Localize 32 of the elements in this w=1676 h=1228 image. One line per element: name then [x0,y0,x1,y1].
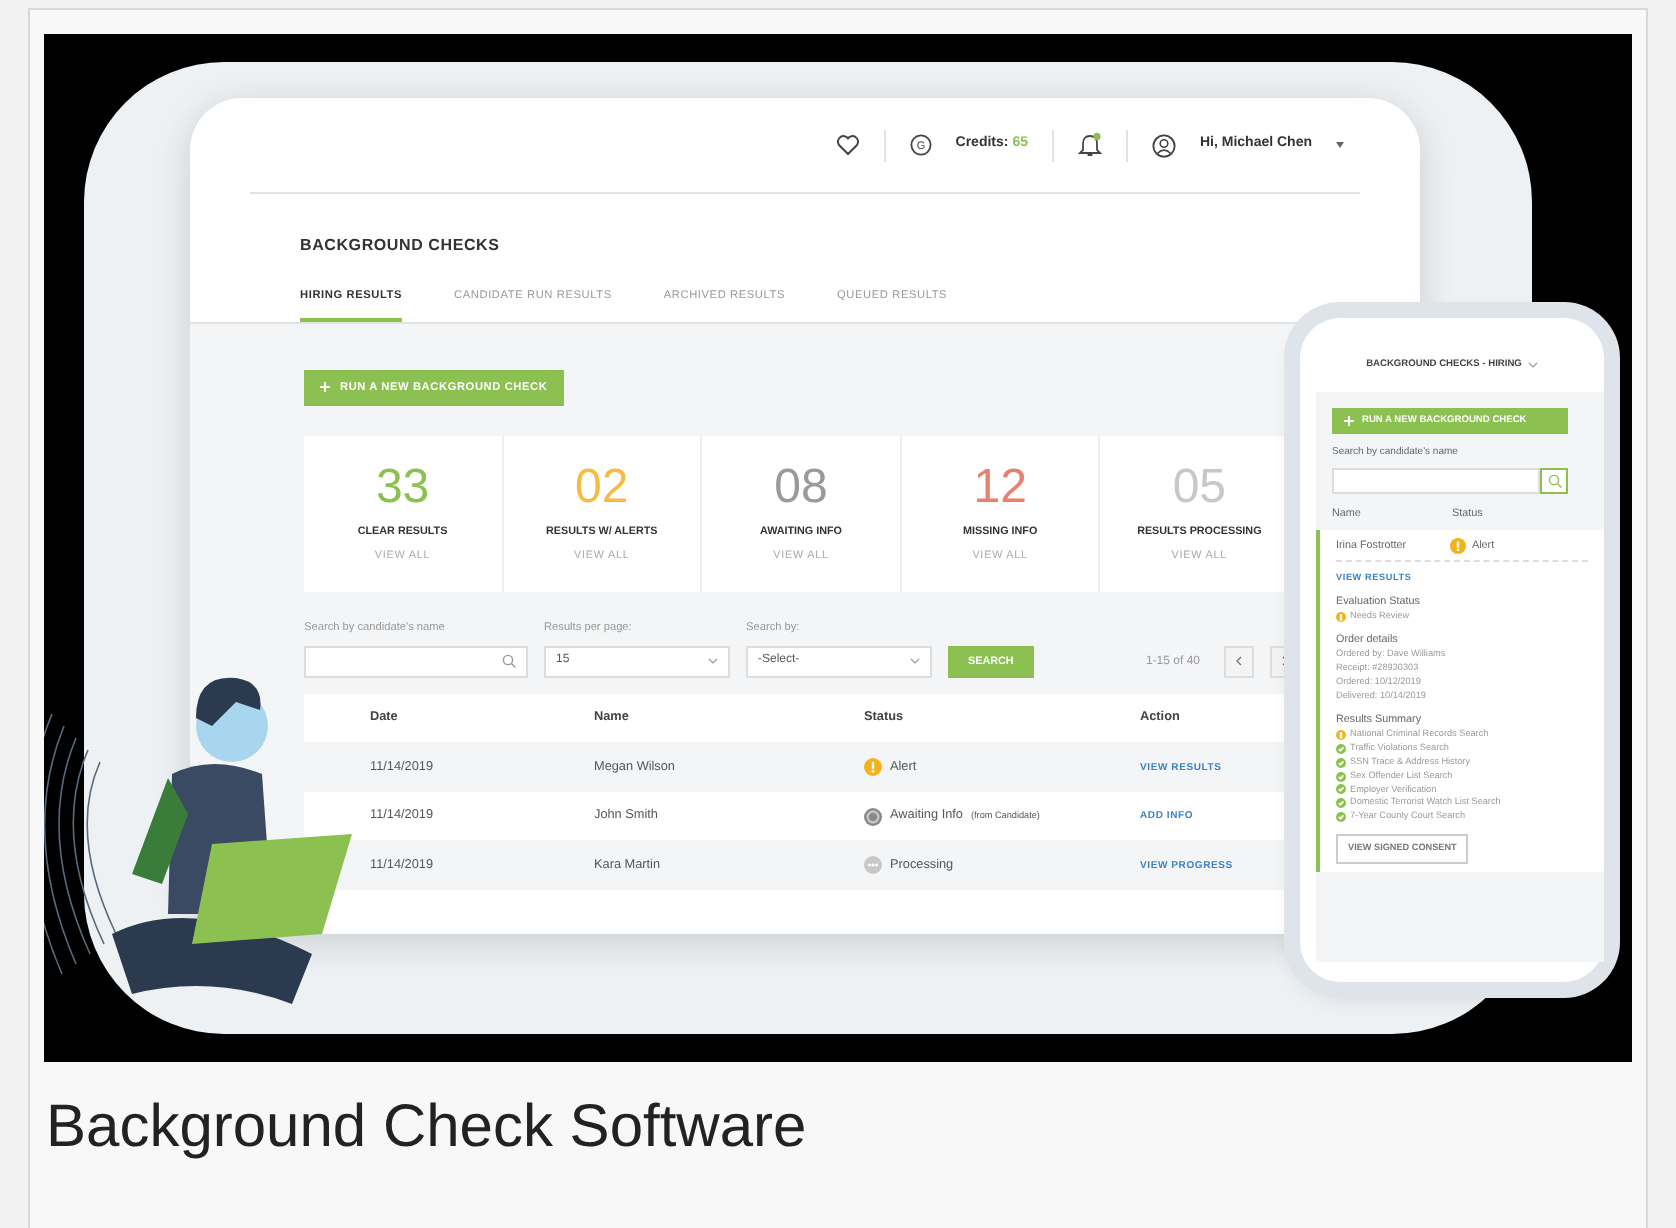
alert-icon [1450,538,1466,555]
check-icon [1336,812,1346,823]
chevron-left-icon [1236,656,1242,667]
heart-icon[interactable] [835,134,860,156]
chevron-down-icon [708,658,718,665]
check-icon [1336,757,1346,768]
stat-number: 08 [772,464,830,513]
check-icon [1336,798,1346,809]
previous-page-button[interactable] [1224,645,1254,678]
search-icon [502,654,516,669]
plus-icon [1344,416,1354,427]
alert-icon [1336,729,1346,740]
stat-number: 12 [971,464,1029,513]
image-caption: Background Check Software [44,1092,809,1164]
search-field[interactable] [1332,467,1540,494]
search-icon [1547,473,1561,488]
check-icon [1336,743,1346,754]
page-title: BACKGROUND CHECKS [300,234,502,258]
alert-icon [1336,612,1346,623]
chevron-down-icon [1527,362,1538,369]
ellipsis-icon [864,856,882,875]
search-field[interactable] [304,645,528,678]
stat-number: 02 [573,464,631,513]
caret-icon [1336,142,1344,148]
chevron-down-icon [910,658,920,665]
clock-icon [864,807,882,826]
plus-icon [320,382,330,393]
alert-icon [864,758,882,777]
stat-number: 33 [373,464,432,513]
user-avatar-icon [1151,133,1176,157]
bell-icon[interactable] [1077,132,1102,158]
search-button[interactable] [1540,467,1568,494]
